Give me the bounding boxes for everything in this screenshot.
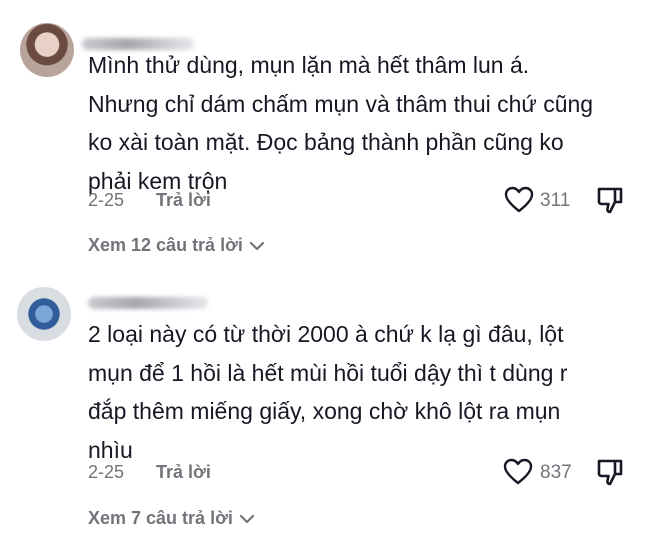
username-blurred[interactable] xyxy=(88,297,208,309)
view-replies-button[interactable]: Xem 7 câu trả lời xyxy=(88,508,255,529)
reply-button[interactable]: Trả lời xyxy=(156,462,211,483)
like-count: 837 xyxy=(540,462,572,483)
comment-date: 2-25 xyxy=(88,190,125,210)
comment-item: Mình thử dùng, mụn lặn mà hết thâm lun á… xyxy=(0,0,650,268)
chevron-down-icon xyxy=(239,514,254,523)
like-count: 311 xyxy=(540,190,571,211)
view-replies-button[interactable]: Xem 12 câu trả lời xyxy=(88,235,265,256)
comment-item: 2 loại này có từ thời 2000 à chứ k lạ gì… xyxy=(0,268,650,536)
thumbs-down-icon[interactable] xyxy=(596,458,624,488)
comment-text: Mình thử dùng, mụn lặn mà hết thâm lun á… xyxy=(88,52,594,194)
avatar[interactable] xyxy=(20,23,74,77)
view-replies-label: Xem 7 câu trả lời xyxy=(88,508,233,528)
comment-text: 2 loại này có từ thời 2000 à chứ k lạ gì… xyxy=(88,321,568,463)
avatar[interactable] xyxy=(17,287,71,341)
thumbs-down-icon[interactable] xyxy=(596,186,624,216)
heart-outline-icon[interactable] xyxy=(504,186,534,214)
comment-date: 2-25 xyxy=(88,462,125,482)
view-replies-label: Xem 12 câu trả lời xyxy=(88,235,243,255)
reply-button[interactable]: Trả lời xyxy=(156,190,211,211)
heart-outline-icon[interactable] xyxy=(503,458,533,486)
chevron-down-icon xyxy=(249,241,264,250)
